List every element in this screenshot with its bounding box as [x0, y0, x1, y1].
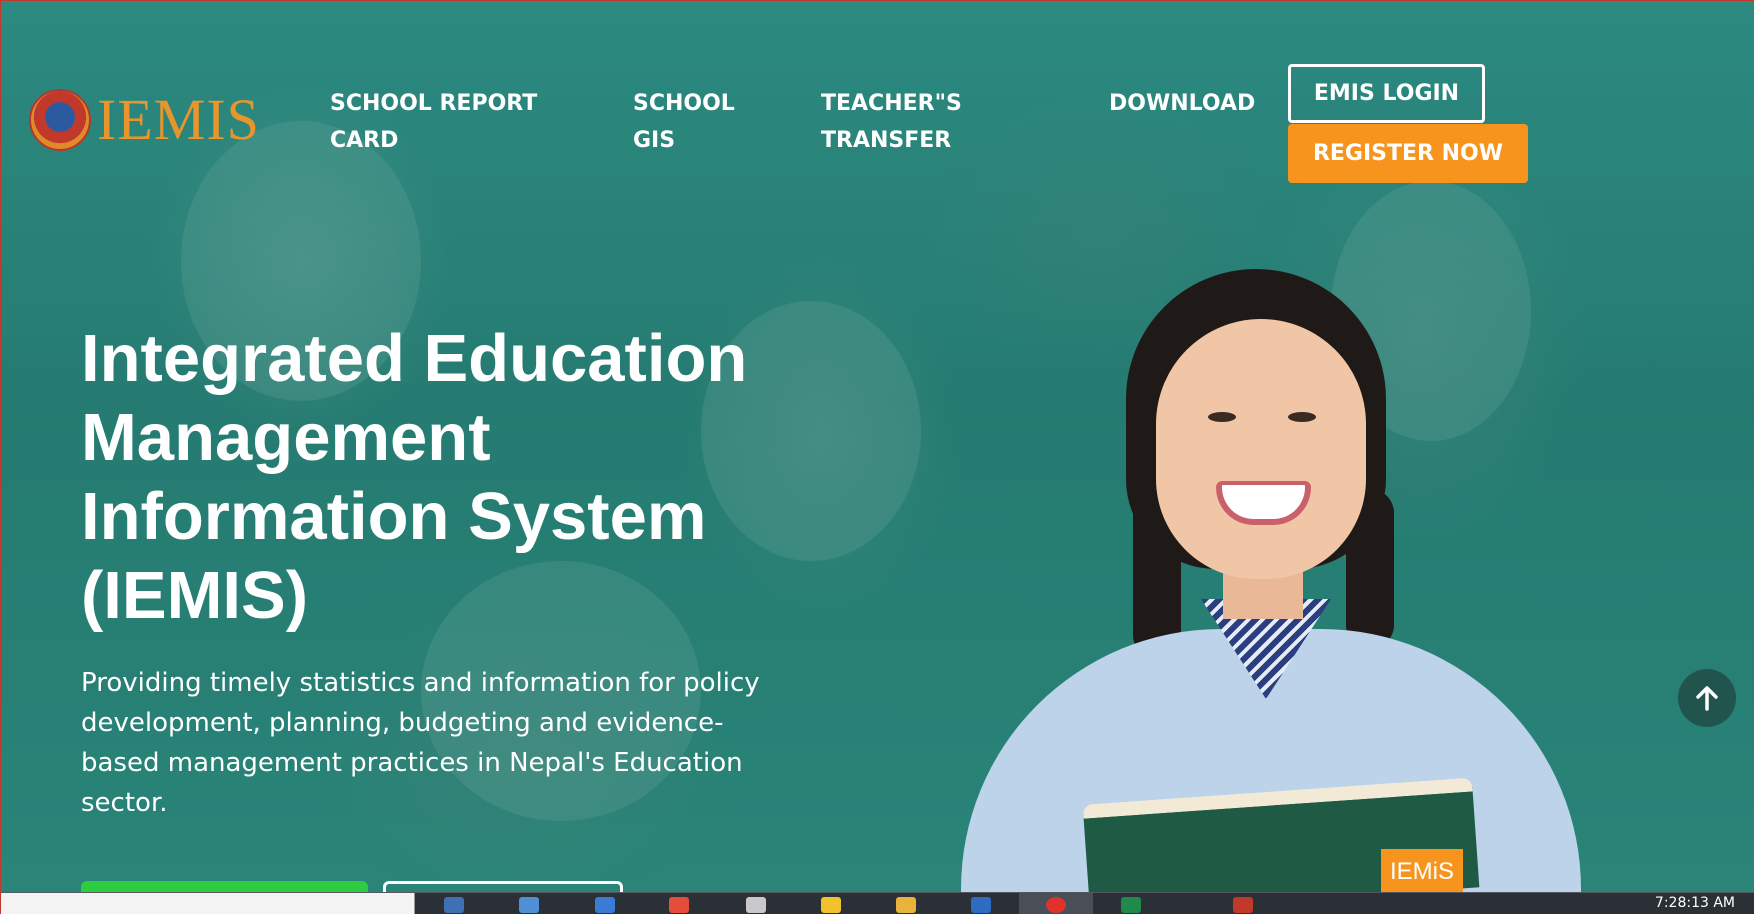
scroll-to-top-button[interactable] — [1678, 669, 1736, 727]
student-face — [1156, 319, 1366, 579]
emis-login-button[interactable]: EMIS LOGIN — [1288, 64, 1485, 123]
arrow-up-icon — [1696, 686, 1718, 711]
taskbar-search-area[interactable] — [1, 893, 415, 914]
nav-school-report-card[interactable]: SCHOOL REPORT CARD — [330, 85, 560, 159]
student-eye — [1208, 412, 1236, 422]
student-photo: IEMiS — [961, 269, 1581, 914]
notebook-label: IEMiS — [1381, 849, 1463, 895]
taskbar-app-icon[interactable] — [1233, 897, 1253, 913]
taskbar-app-icon[interactable] — [971, 897, 991, 913]
hero-description: Providing timely statistics and informat… — [81, 668, 760, 818]
student-eye — [1288, 412, 1316, 422]
taskbar-app-icon[interactable] — [896, 897, 916, 913]
logo-emblem-icon — [29, 89, 91, 151]
taskbar-app-icon[interactable] — [519, 897, 539, 913]
nav-school-gis[interactable]: SCHOOL GIS — [633, 85, 743, 159]
taskbar-clock[interactable]: 7:28:13 AM — [1655, 895, 1735, 911]
taskbar-app-icon[interactable] — [595, 897, 615, 913]
taskbar-app-icon[interactable] — [746, 897, 766, 913]
taskbar-app-icon[interactable] — [1046, 897, 1066, 913]
hero-title: Integrated Education Management Informat… — [81, 321, 748, 633]
taskbar-app-icon[interactable] — [1121, 897, 1141, 913]
taskbar-app-icon[interactable] — [821, 897, 841, 913]
logo-text: IEMIS — [97, 87, 260, 152]
taskbar-app-icon[interactable] — [669, 897, 689, 913]
register-now-button[interactable]: REGISTER NOW — [1288, 124, 1528, 183]
nav-download[interactable]: DOWNLOAD — [1109, 85, 1259, 122]
os-taskbar: 7:28:13 AM — [1, 892, 1754, 914]
taskbar-app-icon[interactable] — [444, 897, 464, 913]
nav-teachers-transfer[interactable]: TEACHER"S TRANSFER — [821, 85, 981, 159]
site-logo[interactable]: IEMIS — [29, 89, 260, 151]
